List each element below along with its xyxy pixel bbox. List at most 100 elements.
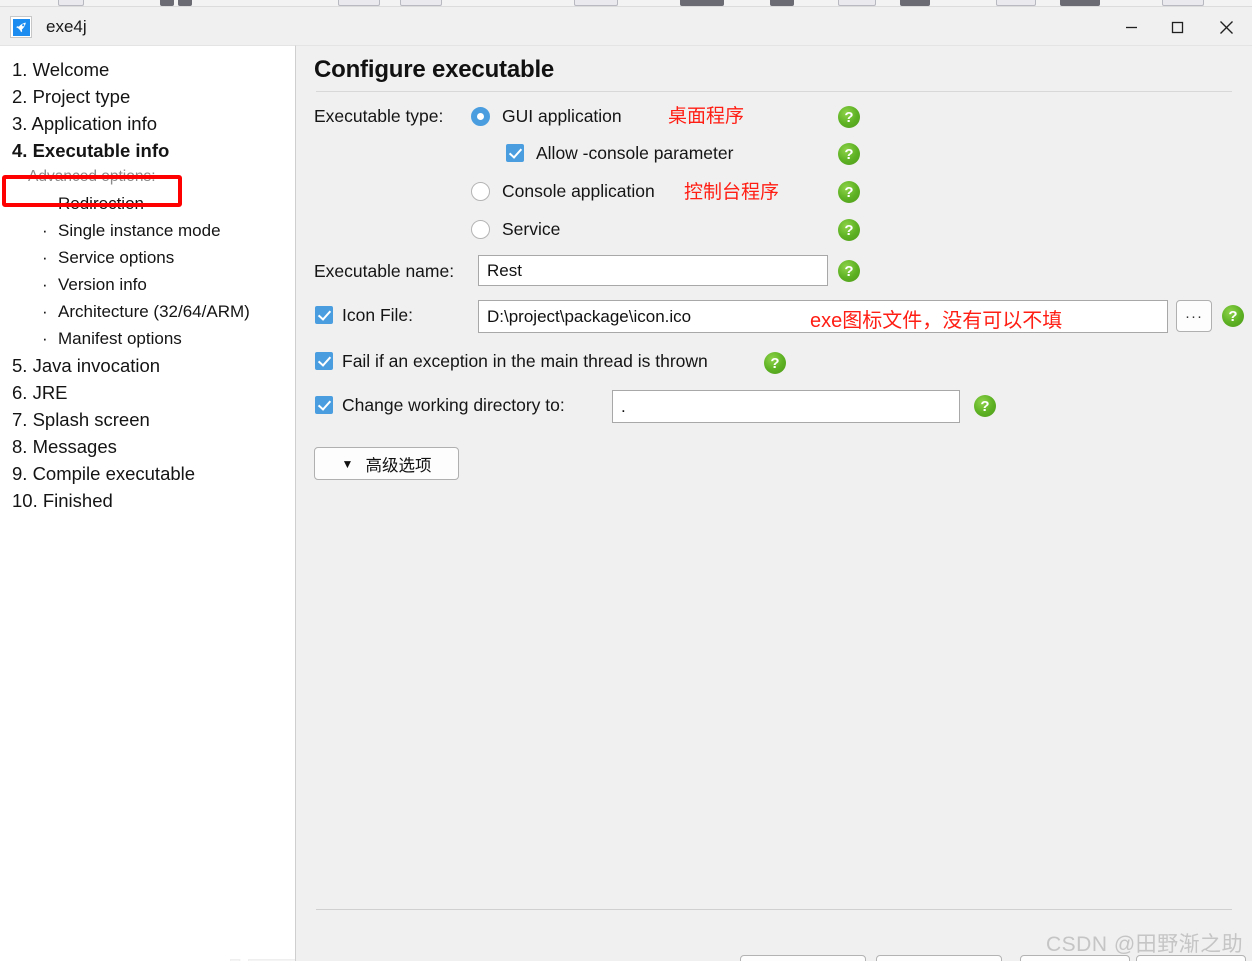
row-change-working-directory: Change working directory to: . ? [314,387,1244,439]
bullet-icon: · [42,248,48,267]
annotation-icon-file: exe图标文件，没有可以不填 [810,310,1063,332]
help-icon-gui-application[interactable]: ? [838,106,860,128]
sidebar-sub-label: Single instance mode [58,221,221,240]
background-app-strip [0,0,1252,7]
label-allow-console-parameter: Allow -console parameter [536,143,734,163]
radio-service[interactable] [471,220,490,239]
working-directory-input[interactable]: . [612,390,960,423]
window-controls [1108,7,1252,47]
label-service: Service [502,219,561,239]
bg-chip [770,0,794,6]
sidebar-item-java-invocation[interactable]: 5. Java invocation [12,352,295,379]
checkbox-icon-file[interactable] [315,306,333,324]
previous-button[interactable]: ◀ 上一步 [740,955,866,961]
maximize-button[interactable] [1154,7,1200,47]
help-icon-fail-on-exception[interactable]: ? [764,352,786,374]
row-fail-on-exception: Fail if an exception in the main thread … [314,344,1244,387]
bg-chip [58,0,84,6]
bullet-icon: · [42,302,48,321]
label-change-working-directory: Change working directory to: [342,395,565,415]
sidebar-item-application-info[interactable]: 3. Application info [12,110,295,137]
row-console-application: Console application 控制台程序 ? [314,177,1244,215]
minimize-button[interactable] [1108,7,1154,47]
sidebar-sub-label: Version info [58,275,147,294]
close-button[interactable] [1200,7,1252,47]
label-gui-application: GUI application [502,106,622,126]
help-icon-allow-console-parameter[interactable]: ? [838,143,860,165]
icon-file-value: D:\project\package\icon.ico [487,306,692,326]
finish-button[interactable]: 完成 [1020,955,1130,961]
row-advanced-options: ▼ 高级选项 [314,439,1244,483]
sidebar-sub-label: Redirection [58,194,144,213]
sidebar-item-jre[interactable]: 6. JRE [12,379,295,406]
chevron-down-icon: ▼ [341,456,354,471]
executable-type-label: Executable type: [314,106,444,126]
sidebar-item-project-type[interactable]: 2. Project type [12,83,295,110]
help-icon-executable-name[interactable]: ? [838,260,860,282]
row-gui-application: Executable type: GUI application 桌面程序 ? [314,101,1244,139]
executable-name-value: Rest [487,260,522,280]
sidebar-watermark: exe4j [214,955,296,961]
checkbox-change-working-directory[interactable] [315,396,333,414]
sidebar-item-finished[interactable]: 10. Finished [12,487,295,514]
bg-chip [574,0,618,6]
radio-console-application[interactable] [471,182,490,201]
sidebar-item-version-info[interactable]: · Version info [12,271,295,298]
sidebar-item-messages[interactable]: 8. Messages [12,433,295,460]
checkbox-allow-console-parameter[interactable] [506,144,524,162]
exe4j-window: exe4j exe4j 1. Welcome 2. Project type 3… [0,0,1252,961]
help-icon-change-working-directory[interactable]: ? [974,395,996,417]
row-icon-file: Icon File: D:\project\package\icon.ico e… [314,297,1244,344]
help-icon-service[interactable]: ? [838,219,860,241]
bg-chip [400,0,442,6]
bullet-icon: · [42,221,48,240]
row-service: Service ? [314,215,1244,253]
sidebar-item-splash-screen[interactable]: 7. Splash screen [12,406,295,433]
checkbox-fail-on-exception[interactable] [315,352,333,370]
executable-name-input[interactable]: Rest [478,255,828,286]
executable-form: Executable type: GUI application 桌面程序 ? … [314,101,1244,483]
help-icon-icon-file[interactable]: ? [1222,305,1244,327]
app-icon [10,16,32,38]
label-fail-on-exception: Fail if an exception in the main thread … [342,351,708,371]
sidebar-item-compile-executable[interactable]: 9. Compile executable [12,460,295,487]
next-button[interactable]: 下一步 ▶ [876,955,1002,961]
wizard-sidebar: exe4j 1. Welcome 2. Project type 3. Appl… [0,45,296,961]
bg-chip [838,0,876,6]
radio-gui-application[interactable] [471,107,490,126]
sidebar-item-executable-info[interactable]: 4. Executable info [12,137,295,164]
bullet-icon: · [42,329,48,348]
footer-divider [316,909,1232,910]
sidebar-item-welcome[interactable]: 1. Welcome [12,56,295,83]
sidebar-item-architecture[interactable]: · Architecture (32/64/ARM) [12,298,295,325]
row-executable-name: Executable name: Rest ? [314,253,1244,297]
bullet-icon: · [42,275,48,294]
cancel-button[interactable]: 取消 [1136,955,1246,961]
icon-file-browse-button[interactable]: ··· [1176,300,1212,332]
wizard-step-list: 1. Welcome 2. Project type 3. Applicatio… [0,46,295,514]
rocket-icon [12,18,30,36]
row-allow-console-parameter: Allow -console parameter ? [314,139,1244,177]
bg-chip [996,0,1036,6]
sidebar-sub-label: Service options [58,248,175,267]
sidebar-item-single-instance-mode[interactable]: · Single instance mode [12,217,295,244]
label-console-application: Console application [502,181,655,201]
sidebar-sub-label: Manifest options [58,329,182,348]
sidebar-sub-label: Architecture (32/64/ARM) [58,302,250,321]
bg-chip [900,0,930,6]
sidebar-item-service-options[interactable]: · Service options [12,244,295,271]
title-divider [316,91,1232,92]
sidebar-item-manifest-options[interactable]: · Manifest options [12,325,295,352]
page-title: Configure executable [314,56,555,83]
title-bar: exe4j [0,7,1252,47]
sidebar-item-redirection[interactable]: · Redirection [12,190,295,217]
advanced-options-label: 高级选项 [365,456,432,475]
window-title: exe4j [46,17,87,36]
annotation-desktop-program: 桌面程序 [668,106,745,127]
advanced-options-button[interactable]: ▼ 高级选项 [314,447,459,480]
bg-chip [1060,0,1100,6]
bg-chip [160,0,174,6]
help-icon-console-application[interactable]: ? [838,181,860,203]
wizard-footer: ◀ 上一步 下一步 ▶ 完成 取消 [296,921,1252,961]
annotation-console-program: 控制台程序 [684,182,780,203]
